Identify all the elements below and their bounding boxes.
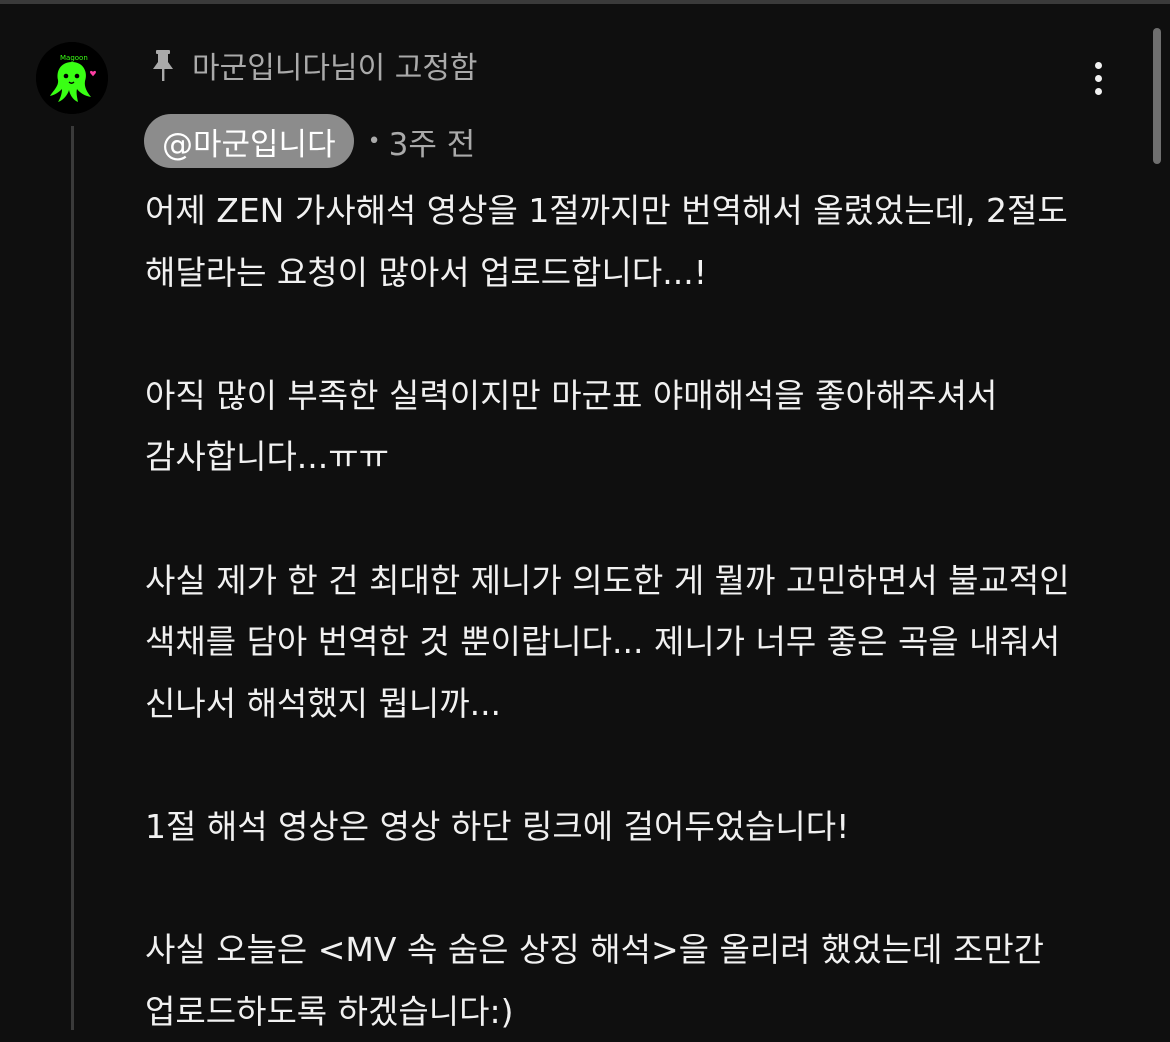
thread-line bbox=[71, 126, 74, 1030]
octopus-avatar-icon: Magoon bbox=[36, 42, 108, 114]
top-divider bbox=[0, 0, 1170, 4]
scrollbar-thumb[interactable] bbox=[1153, 28, 1161, 164]
author-name-chip[interactable]: @마군입니다 bbox=[144, 114, 354, 168]
pinned-label: 마군입니다님이 고정함 bbox=[192, 51, 478, 86]
separator-dot: • bbox=[367, 128, 381, 154]
comment-timestamp[interactable]: 3주 전 bbox=[389, 119, 476, 164]
avatar-text: Magoon bbox=[60, 54, 88, 62]
avatar[interactable]: Magoon bbox=[36, 42, 108, 114]
pinned-indicator: 마군입니다님이 고정함 bbox=[150, 42, 478, 88]
comment-text: 어제 ZEN 가사해석 영상을 1절까지만 번역해서 올렸었는데, 2절도 해달… bbox=[145, 191, 1070, 1031]
more-vert-icon-dot bbox=[1094, 74, 1102, 82]
more-actions-button[interactable] bbox=[1076, 52, 1120, 104]
more-vert-icon bbox=[1094, 61, 1102, 69]
more-vert-icon-dot bbox=[1094, 87, 1102, 95]
comment-header: @마군입니다 • 3주 전 bbox=[144, 114, 475, 168]
pin-icon bbox=[150, 48, 176, 82]
